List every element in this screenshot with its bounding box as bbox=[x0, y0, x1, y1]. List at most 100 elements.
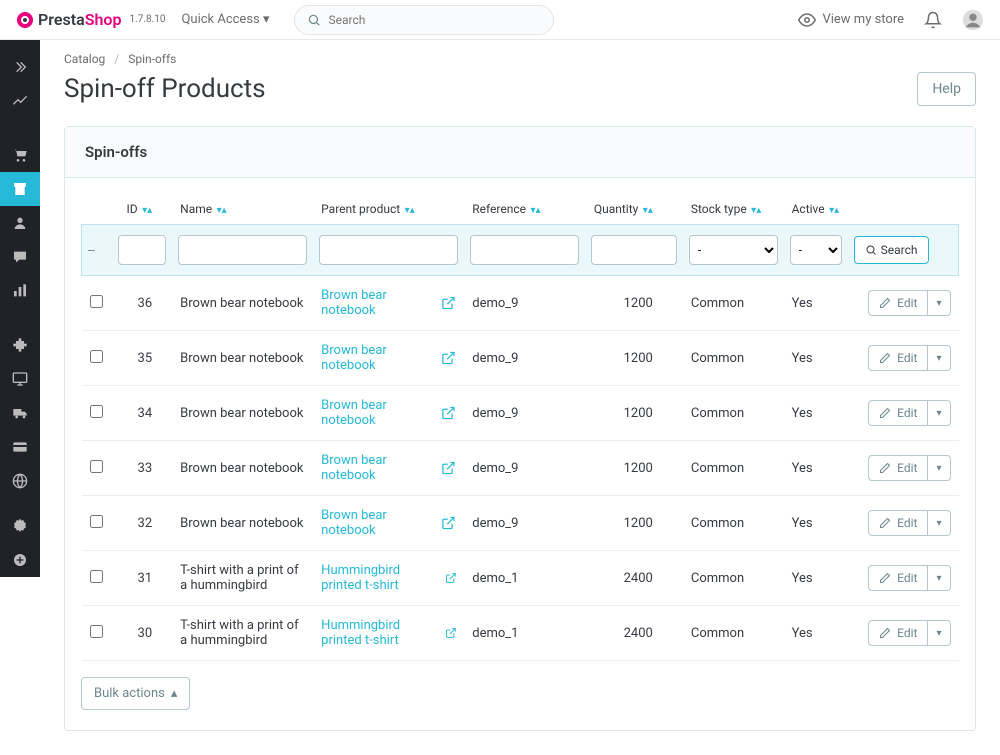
user-icon bbox=[12, 215, 28, 231]
row-dropdown-button[interactable]: ▾ bbox=[928, 510, 950, 536]
parent-link[interactable]: Hummingbird printed t-shirt bbox=[321, 563, 456, 593]
open-external-icon bbox=[441, 295, 456, 311]
col-stock-label: Stock type bbox=[691, 202, 747, 216]
sidebar-item-dashboard[interactable] bbox=[0, 84, 40, 118]
parent-link[interactable]: Brown bear notebook bbox=[321, 288, 456, 318]
row-checkbox[interactable] bbox=[90, 350, 103, 363]
sort-icon: ▾▴ bbox=[640, 205, 653, 216]
view-store-link[interactable]: View my store bbox=[798, 11, 904, 29]
sidebar-item-orders[interactable] bbox=[0, 138, 40, 172]
logo[interactable]: PrestaShop bbox=[16, 10, 121, 29]
col-quantity[interactable]: Quantity ▾▴ bbox=[585, 194, 683, 225]
cell-stock-type: Common bbox=[683, 551, 784, 606]
col-stock-type[interactable]: Stock type ▾▴ bbox=[683, 194, 784, 225]
sort-icon: ▾▴ bbox=[402, 205, 415, 216]
quick-access-dropdown[interactable]: Quick Access ▾ bbox=[181, 12, 269, 27]
row-dropdown-button[interactable]: ▾ bbox=[928, 400, 950, 426]
cell-name: Brown bear notebook bbox=[172, 441, 313, 496]
sidebar-item-design[interactable] bbox=[0, 362, 40, 396]
logo-icon bbox=[16, 11, 34, 29]
parent-link[interactable]: Brown bear notebook bbox=[321, 398, 456, 428]
row-checkbox[interactable] bbox=[90, 515, 103, 528]
sidebar-item-catalog[interactable] bbox=[0, 172, 40, 206]
filter-id-input[interactable] bbox=[118, 235, 166, 265]
global-search[interactable] bbox=[294, 5, 554, 35]
row-checkbox[interactable] bbox=[90, 460, 103, 473]
row-dropdown-button[interactable]: ▾ bbox=[928, 620, 950, 646]
row-dropdown-button[interactable]: ▾ bbox=[928, 455, 950, 481]
col-reference[interactable]: Reference ▾▴ bbox=[464, 194, 585, 225]
sidebar-item-shipping[interactable] bbox=[0, 396, 40, 430]
cell-reference: demo_9 bbox=[464, 386, 585, 441]
bell-icon[interactable] bbox=[924, 11, 942, 29]
cell-stock-type: Common bbox=[683, 606, 784, 661]
row-checkbox[interactable] bbox=[90, 405, 103, 418]
avatar-icon[interactable] bbox=[962, 9, 984, 31]
sidebar-item-stats[interactable] bbox=[0, 274, 40, 308]
edit-button[interactable]: Edit bbox=[868, 345, 928, 371]
col-active[interactable]: Active ▾▴ bbox=[784, 194, 848, 225]
filter-stock-select[interactable]: - bbox=[689, 235, 778, 265]
edit-button[interactable]: Edit bbox=[868, 510, 928, 536]
col-id[interactable]: ID ▾▴ bbox=[112, 194, 172, 225]
chevron-right-icon bbox=[12, 59, 28, 75]
filter-reference-input[interactable] bbox=[470, 235, 579, 265]
edit-button[interactable]: Edit bbox=[868, 400, 928, 426]
parent-link[interactable]: Hummingbird printed t-shirt bbox=[321, 618, 456, 648]
sidebar-item-payment[interactable] bbox=[0, 430, 40, 464]
cell-active: Yes bbox=[784, 441, 848, 496]
edit-button[interactable]: Edit bbox=[868, 565, 928, 591]
sidebar-item-configure[interactable] bbox=[0, 509, 40, 543]
col-name[interactable]: Name ▾▴ bbox=[172, 194, 313, 225]
bulk-actions-button[interactable]: Bulk actions ▴ bbox=[81, 677, 190, 710]
cell-parent: Brown bear notebook bbox=[313, 441, 464, 496]
sidebar-expand[interactable] bbox=[0, 50, 40, 84]
row-checkbox[interactable] bbox=[90, 570, 103, 583]
row-checkbox[interactable] bbox=[90, 625, 103, 638]
cell-quantity: 1200 bbox=[585, 276, 683, 331]
col-parent[interactable]: Parent product ▾▴ bbox=[313, 194, 464, 225]
open-external-icon bbox=[441, 460, 456, 476]
parent-link[interactable]: Brown bear notebook bbox=[321, 453, 456, 483]
chevron-down-icon: ▾ bbox=[263, 12, 270, 27]
sidebar-item-customer-service[interactable] bbox=[0, 240, 40, 274]
version-text: 1.7.8.10 bbox=[129, 14, 165, 25]
sidebar-item-international[interactable] bbox=[0, 464, 40, 498]
cell-name: Brown bear notebook bbox=[172, 386, 313, 441]
row-actions: Edit ▾ bbox=[856, 345, 951, 371]
cell-active: Yes bbox=[784, 386, 848, 441]
filter-row: -- - - Search bbox=[82, 225, 959, 276]
search-input[interactable] bbox=[329, 13, 541, 27]
cell-parent: Brown bear notebook bbox=[313, 496, 464, 551]
row-dropdown-button[interactable]: ▾ bbox=[928, 290, 950, 316]
open-external-icon bbox=[441, 405, 456, 421]
sidebar-item-customers[interactable] bbox=[0, 206, 40, 240]
col-ref-label: Reference bbox=[472, 202, 526, 216]
col-id-label: ID bbox=[126, 202, 137, 216]
filter-active-select[interactable]: - bbox=[790, 235, 842, 265]
page-head: Spin-off Products Help bbox=[64, 72, 976, 106]
breadcrumb-sep: / bbox=[114, 52, 119, 66]
filter-name-input[interactable] bbox=[178, 235, 307, 265]
grid-search-button[interactable]: Search bbox=[854, 236, 929, 264]
parent-link[interactable]: Brown bear notebook bbox=[321, 343, 456, 373]
filter-quantity-input[interactable] bbox=[591, 235, 677, 265]
sidebar-item-modules[interactable] bbox=[0, 328, 40, 362]
row-checkbox[interactable] bbox=[90, 295, 103, 308]
breadcrumb-parent[interactable]: Catalog bbox=[64, 52, 105, 66]
sidebar-item-advanced[interactable] bbox=[0, 543, 40, 577]
filter-parent-input[interactable] bbox=[319, 235, 458, 265]
table-row: 33 Brown bear notebook Brown bear notebo… bbox=[82, 441, 959, 496]
open-external-icon bbox=[445, 570, 457, 586]
edit-button[interactable]: Edit bbox=[868, 620, 928, 646]
edit-button[interactable]: Edit bbox=[868, 290, 928, 316]
cell-stock-type: Common bbox=[683, 331, 784, 386]
edit-button[interactable]: Edit bbox=[868, 455, 928, 481]
row-dropdown-button[interactable]: ▾ bbox=[928, 345, 950, 371]
help-button[interactable]: Help bbox=[917, 72, 976, 106]
cell-quantity: 1200 bbox=[585, 331, 683, 386]
header-right: View my store bbox=[798, 9, 984, 31]
parent-link[interactable]: Brown bear notebook bbox=[321, 508, 456, 538]
row-dropdown-button[interactable]: ▾ bbox=[928, 565, 950, 591]
chevron-down-icon: ▾ bbox=[936, 573, 941, 584]
